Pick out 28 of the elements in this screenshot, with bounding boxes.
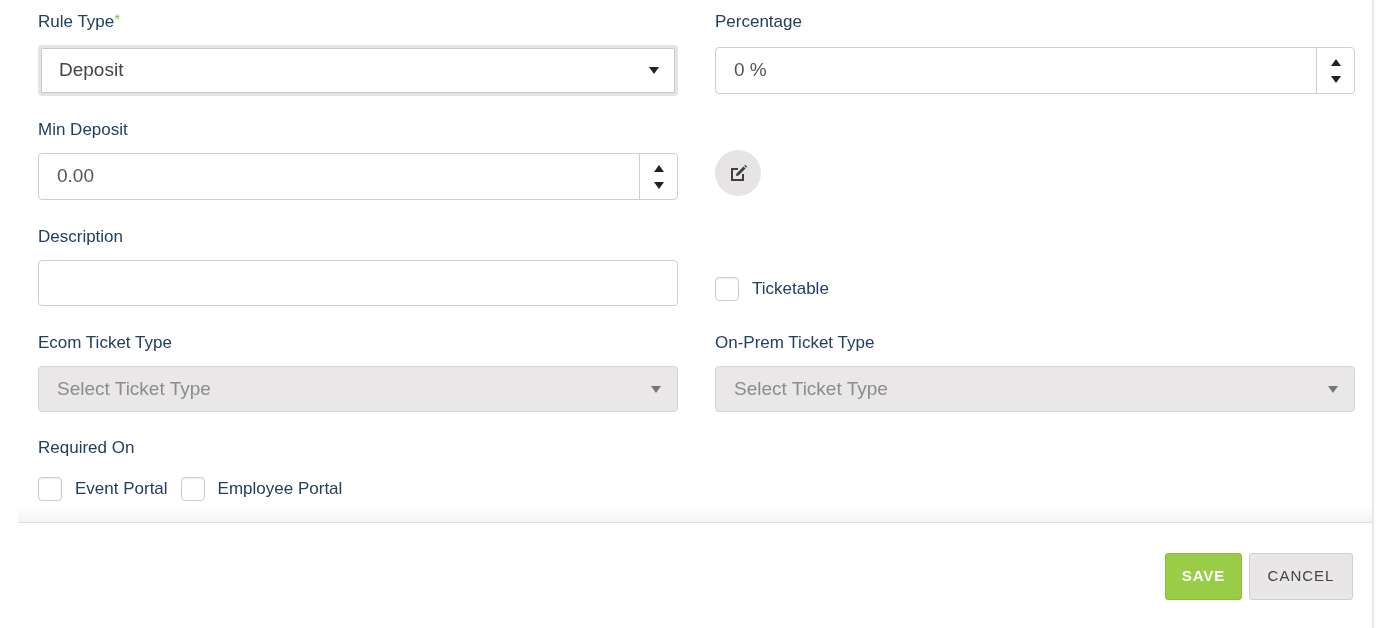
caret-down-icon: [1328, 385, 1338, 393]
field-label: Rule Type: [38, 12, 115, 32]
number-field[interactable]: 0 %: [715, 47, 1355, 94]
increment-icon[interactable]: [1330, 58, 1341, 66]
field-label: Ecom Ticket Type: [38, 333, 172, 353]
number-field[interactable]: 0.00: [38, 153, 678, 200]
checkbox-label: Event Portal: [75, 479, 168, 499]
decrement-icon[interactable]: [1330, 75, 1341, 83]
increment-icon[interactable]: [653, 164, 664, 172]
checkbox[interactable]: [38, 477, 62, 501]
checkbox-label: Ticketable: [752, 279, 829, 299]
required-mark: *: [114, 12, 121, 26]
cancel-button[interactable]: CANCEL: [1249, 553, 1353, 600]
checkbox-label: Employee Portal: [217, 479, 343, 499]
dropdown[interactable]: Deposit: [38, 45, 678, 96]
checkbox[interactable]: [715, 277, 739, 301]
input-field[interactable]: [38, 260, 678, 306]
field-label: Required On: [38, 438, 135, 458]
field-label: Percentage: [715, 12, 802, 32]
caret-down-icon: [651, 385, 661, 393]
field-label: Min Deposit: [38, 120, 128, 140]
edit-button[interactable]: [715, 150, 761, 196]
checkbox[interactable]: [180, 477, 205, 501]
caret-down-icon: [649, 67, 659, 74]
decrement-icon[interactable]: [653, 181, 664, 189]
field-label: Description: [38, 227, 124, 247]
pencil-square-icon: [728, 163, 748, 183]
field-label: On-Prem Ticket Type: [715, 333, 875, 353]
